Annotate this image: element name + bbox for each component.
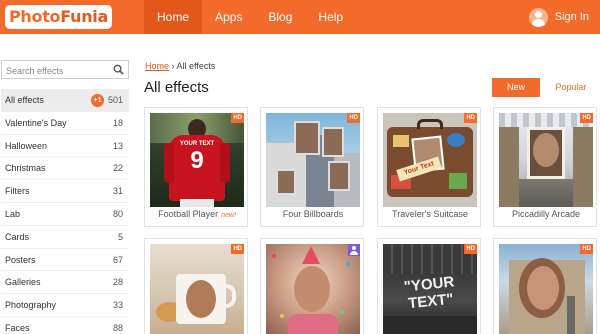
effect-label: Football Player new!: [145, 209, 249, 219]
category-count: 13: [112, 140, 123, 151]
effect-card-coffee-mug[interactable]: HD: [144, 238, 248, 334]
category-valentines-day[interactable]: Valentine's Day 18: [1, 112, 129, 135]
search-icon[interactable]: [113, 64, 124, 75]
search-box: [1, 60, 129, 80]
breadcrumb-current: All effects: [176, 61, 216, 71]
category-count: 33: [112, 300, 123, 311]
category-label: Cards: [5, 231, 30, 242]
effect-thumbnail: HD: [499, 244, 593, 334]
effect-card-party[interactable]: [260, 238, 364, 334]
user-avatar-icon: [528, 7, 548, 27]
category-label: Valentine's Day: [5, 117, 67, 128]
nav-help[interactable]: Help: [305, 0, 356, 34]
effect-title: Football Player: [158, 209, 219, 219]
category-posters[interactable]: Posters 67: [1, 249, 129, 272]
category-label: Faces: [5, 322, 30, 333]
breadcrumb-separator: ›: [171, 61, 175, 71]
effect-title: Four Billboards: [282, 209, 344, 219]
nav-home[interactable]: Home: [144, 0, 203, 34]
category-count: 5: [117, 231, 123, 242]
category-count: 88: [112, 322, 123, 333]
effect-thumbnail: Your Text HD: [383, 113, 477, 207]
category-label: Galleries: [5, 277, 41, 288]
category-photography[interactable]: Photography 33: [1, 294, 129, 317]
category-count: 22: [112, 163, 123, 174]
category-count: 67: [112, 254, 123, 265]
hd-badge: HD: [464, 244, 477, 254]
category-label: Posters: [5, 254, 36, 265]
category-label: Lab: [5, 208, 21, 219]
effect-title: Traveler's Suitcase: [392, 209, 468, 219]
effect-thumbnail: "YOUR TEXT" HD: [383, 244, 477, 334]
category-label: Halloween: [5, 140, 48, 151]
effect-thumbnail: HD: [266, 113, 360, 207]
category-count: 31: [112, 186, 123, 197]
breadcrumb: Home › All effects: [145, 61, 215, 71]
hd-badge: HD: [231, 244, 244, 254]
effect-card-four-billboards[interactable]: HD Four Billboards: [260, 107, 364, 227]
category-count: 501: [107, 95, 123, 105]
hd-badge: HD: [464, 113, 477, 123]
category-count: 28: [112, 277, 123, 288]
profile-icon: [348, 244, 360, 256]
category-label: Photography: [5, 300, 57, 311]
sign-in-label: Sign In: [554, 11, 589, 23]
search-input[interactable]: [2, 62, 110, 80]
category-label: Christmas: [5, 163, 46, 174]
category-count: 18: [112, 117, 123, 128]
breadcrumb-home-link[interactable]: Home: [145, 61, 169, 71]
category-cards[interactable]: Cards 5: [1, 226, 129, 249]
sign-in-button[interactable]: Sign In: [528, 6, 589, 28]
category-count: 80: [112, 208, 123, 219]
category-faces[interactable]: Faces 88: [1, 317, 129, 334]
category-sidebar: All effects +1 501 Valentine's Day 18 Ha…: [1, 89, 129, 334]
hd-badge: HD: [347, 113, 360, 123]
logo-part-photo: Photo: [9, 7, 61, 26]
category-all-effects[interactable]: All effects +1 501: [1, 89, 129, 112]
hd-badge: HD: [231, 113, 244, 123]
new-tag: new!: [221, 212, 236, 219]
category-lab[interactable]: Lab 80: [1, 203, 129, 226]
page-title: All effects: [144, 79, 209, 96]
category-halloween[interactable]: Halloween 13: [1, 135, 129, 158]
category-galleries[interactable]: Galleries 28: [1, 271, 129, 295]
top-header: PhotoFunia Home Apps Blog Help Sign In: [0, 0, 600, 34]
sort-popular-button[interactable]: Popular: [548, 78, 594, 97]
effect-thumbnail: [266, 244, 360, 334]
hd-badge: HD: [580, 244, 593, 254]
main-nav: Home Apps Blog Help: [144, 0, 356, 34]
nav-blog[interactable]: Blog: [255, 0, 305, 34]
category-filters[interactable]: Filters 31: [1, 180, 129, 203]
nav-apps[interactable]: Apps: [202, 0, 255, 34]
jersey-number: 9: [190, 147, 204, 174]
effect-card-football-player[interactable]: YOUR TEXT 9 HD Football Player new!: [144, 107, 248, 227]
effect-thumbnail: HD: [150, 244, 244, 334]
category-label: All effects: [5, 95, 44, 105]
logo-part-funia: Funia: [60, 7, 108, 26]
category-christmas[interactable]: Christmas 22: [1, 157, 129, 181]
effect-card-your-text-sign[interactable]: "YOUR TEXT" HD: [377, 238, 481, 334]
sign-text: "YOUR TEXT": [403, 273, 456, 313]
hd-badge: HD: [580, 113, 593, 123]
photofunia-logo[interactable]: PhotoFunia: [5, 5, 112, 29]
effect-card-travelers-suitcase[interactable]: Your Text HD Traveler's Suitcase: [377, 107, 481, 227]
effect-card-piccadilly-arcade[interactable]: HD Piccadilly Arcade: [493, 107, 597, 227]
effect-thumbnail: YOUR TEXT 9 HD: [150, 113, 244, 207]
new-count-badge: +1: [91, 94, 104, 107]
effect-card-wall-portrait[interactable]: HD: [493, 238, 597, 334]
category-label: Filters: [5, 186, 30, 197]
effect-title: Piccadilly Arcade: [511, 209, 581, 219]
sort-new-button[interactable]: New: [492, 78, 540, 97]
effect-thumbnail: HD: [499, 113, 593, 207]
